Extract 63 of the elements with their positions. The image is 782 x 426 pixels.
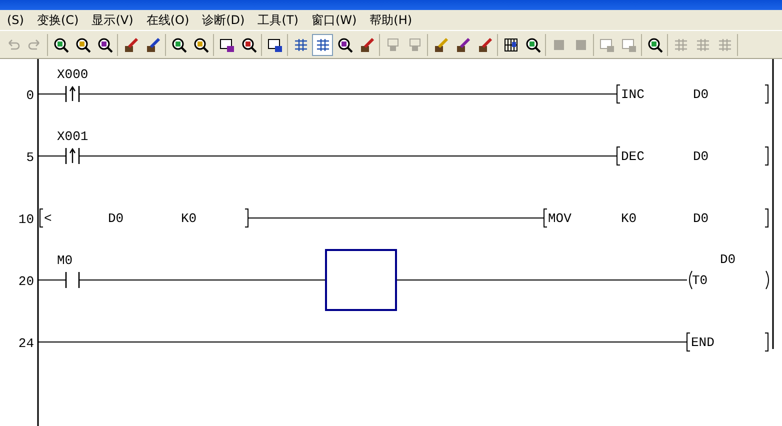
device-label: X000 [57, 67, 88, 82]
operand: K0 [181, 211, 197, 226]
window-icon [620, 36, 636, 52]
pencil-icon [122, 36, 138, 52]
device-label: X001 [57, 129, 88, 144]
operand: D0 [693, 211, 709, 226]
window-icon [218, 36, 234, 52]
menu-item[interactable]: 在线(O) [141, 12, 198, 28]
menu-item[interactable]: 帮助(H) [364, 12, 420, 28]
menu-item[interactable]: 窗口(W) [306, 12, 365, 28]
redo-icon [26, 36, 42, 52]
magnifier-icon [192, 36, 208, 52]
lines-icon [314, 36, 330, 52]
step-number: 5 [26, 150, 34, 165]
magnifier-icon [646, 36, 662, 52]
window-icon [266, 36, 282, 52]
instruction-close-bracket [764, 208, 768, 228]
lines-icon [716, 36, 732, 52]
menu-item[interactable]: 变换(C) [32, 12, 87, 28]
compare-operator: < [44, 211, 52, 226]
menu-item[interactable]: 诊断(D) [197, 12, 253, 28]
coil-open-paren [689, 270, 692, 290]
pencil-icon [144, 36, 160, 52]
coil-device: T0 [692, 273, 708, 288]
pencil-icon [432, 36, 448, 52]
grid-icon [502, 36, 518, 52]
menu-item[interactable]: (S) [2, 13, 32, 27]
pencil-icon [358, 36, 374, 52]
magnifier-icon [74, 36, 90, 52]
toolbar-button[interactable] [312, 34, 333, 56]
magnifier-icon [170, 36, 186, 52]
coil-close-paren [766, 270, 769, 290]
magnifier-icon [96, 36, 112, 52]
instruction-close-bracket [764, 332, 768, 352]
menu-item[interactable]: 工具(T) [252, 12, 306, 28]
compare-open-bracket [40, 208, 44, 228]
instruction-name: DEC [621, 149, 644, 164]
instruction-close-bracket [764, 146, 768, 166]
window-icon [598, 36, 614, 52]
instruction-close-bracket [764, 84, 768, 104]
magnifier-icon [524, 36, 540, 52]
lines-icon [672, 36, 688, 52]
device-label: M0 [57, 253, 73, 268]
menu-item[interactable]: 显示(V) [86, 12, 142, 28]
lines-icon [292, 36, 308, 52]
step-number: 20 [18, 274, 34, 289]
operand: K0 [621, 211, 637, 226]
lines-icon [694, 36, 710, 52]
instruction-name: INC [621, 87, 644, 102]
operand: D0 [693, 87, 709, 102]
step-number: 0 [26, 88, 34, 103]
instruction-name: MOV [548, 211, 572, 226]
pencil-icon [476, 36, 492, 52]
step-number: 10 [18, 212, 34, 227]
step-number: 24 [18, 336, 34, 351]
magnifier-icon [336, 36, 352, 52]
operand: D0 [108, 211, 124, 226]
operand: D0 [693, 149, 709, 164]
pencil-icon [454, 36, 470, 52]
magnifier-icon [240, 36, 256, 52]
coil-setting: D0 [720, 252, 736, 267]
instruction-name: END [691, 335, 714, 350]
magnifier-icon [52, 36, 68, 52]
